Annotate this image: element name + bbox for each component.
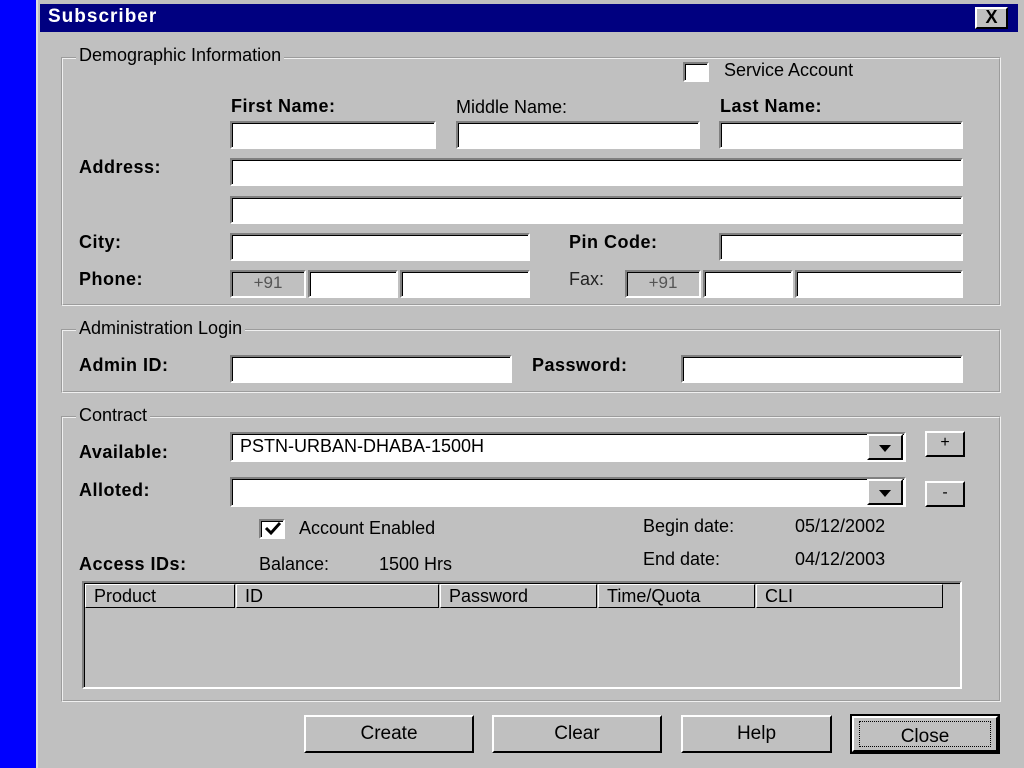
admin-legend: Administration Login bbox=[76, 318, 246, 339]
account-enabled-label: Account Enabled bbox=[299, 518, 436, 538]
service-account-label: Service Account bbox=[724, 60, 854, 80]
account-enabled-checkbox[interactable] bbox=[259, 519, 285, 539]
admin-id-input[interactable] bbox=[230, 355, 512, 383]
demographic-legend: Demographic Information bbox=[76, 45, 285, 66]
remove-contract-button[interactable]: - bbox=[925, 481, 965, 507]
fax-number-input[interactable] bbox=[795, 270, 963, 298]
fax-label: Fax: bbox=[569, 269, 605, 289]
add-contract-button[interactable]: + bbox=[925, 431, 965, 457]
middle-name-label: Middle Name: bbox=[456, 97, 568, 117]
fax-country-code: +91 bbox=[625, 270, 701, 298]
pin-code-input[interactable] bbox=[719, 233, 963, 261]
available-dropdown-button[interactable] bbox=[867, 434, 903, 460]
admin-password-input[interactable] bbox=[681, 355, 963, 383]
city-input[interactable] bbox=[230, 233, 530, 261]
column-header-time-quota[interactable]: Time/Quota bbox=[598, 584, 755, 608]
phone-number-input[interactable] bbox=[400, 270, 530, 298]
begin-date-label: Begin date: bbox=[643, 516, 735, 536]
pin-code-label: Pin Code: bbox=[569, 232, 658, 252]
column-header-password[interactable]: Password bbox=[440, 584, 597, 608]
phone-label: Phone: bbox=[79, 269, 143, 289]
available-contract-select[interactable]: PSTN-URBAN-DHABA-1500H bbox=[230, 432, 906, 462]
alloted-label: Alloted: bbox=[79, 480, 150, 500]
begin-date-value: 05/12/2002 bbox=[795, 516, 886, 536]
close-button[interactable]: Close bbox=[850, 714, 1000, 754]
access-ids-label: Access IDs: bbox=[79, 554, 187, 574]
desktop-background bbox=[0, 0, 36, 768]
address-line2-input[interactable] bbox=[230, 196, 963, 224]
balance-value: 1500 Hrs bbox=[379, 554, 453, 574]
phone-area-input[interactable] bbox=[308, 270, 398, 298]
window-title: Subscriber bbox=[48, 6, 158, 27]
available-label: Available: bbox=[79, 442, 169, 462]
fax-area-input[interactable] bbox=[703, 270, 793, 298]
column-header-product[interactable]: Product bbox=[85, 584, 235, 608]
column-header-id[interactable]: ID bbox=[236, 584, 439, 608]
service-account-checkbox[interactable] bbox=[683, 62, 709, 82]
checkmark-icon bbox=[264, 521, 282, 536]
alloted-dropdown-button[interactable] bbox=[867, 479, 903, 505]
address-line1-input[interactable] bbox=[230, 158, 963, 186]
balance-label: Balance: bbox=[259, 554, 330, 574]
end-date-value: 04/12/2003 bbox=[795, 549, 886, 569]
create-button[interactable]: Create bbox=[304, 715, 474, 753]
contract-legend: Contract bbox=[76, 405, 151, 426]
phone-country-code: +91 bbox=[230, 270, 306, 298]
close-button-label: Close bbox=[859, 721, 991, 747]
address-label: Address: bbox=[79, 157, 162, 177]
city-label: City: bbox=[79, 232, 122, 252]
help-button[interactable]: Help bbox=[681, 715, 832, 753]
clear-button[interactable]: Clear bbox=[492, 715, 662, 753]
alloted-contract-select[interactable] bbox=[230, 477, 906, 507]
first-name-label: First Name: bbox=[231, 96, 336, 116]
last-name-input[interactable] bbox=[719, 121, 963, 149]
end-date-label: End date: bbox=[643, 549, 721, 569]
password-label: Password: bbox=[532, 355, 628, 375]
column-header-cli[interactable]: CLI bbox=[756, 584, 943, 608]
last-name-label: Last Name: bbox=[720, 96, 823, 116]
middle-name-input[interactable] bbox=[456, 121, 700, 149]
close-window-button[interactable]: X bbox=[975, 7, 1008, 29]
admin-id-label: Admin ID: bbox=[79, 355, 169, 375]
title-bar[interactable] bbox=[40, 4, 1018, 32]
first-name-input[interactable] bbox=[230, 121, 436, 149]
